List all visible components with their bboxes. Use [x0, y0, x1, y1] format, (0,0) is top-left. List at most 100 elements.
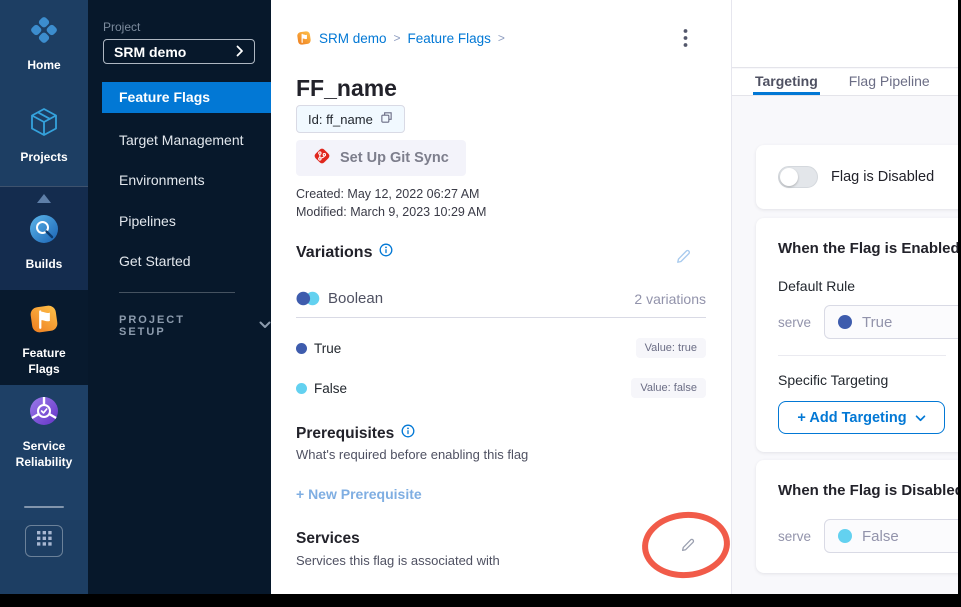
variation-count: 2 variations	[634, 291, 706, 307]
sidebar-item-environments[interactable]: Environments	[119, 172, 205, 188]
new-prerequisite-button[interactable]: + New Prerequisite	[296, 486, 422, 502]
flag-modified: Modified: March 9, 2023 10:29 AM	[296, 205, 486, 219]
variation-color-dot	[296, 343, 307, 354]
breadcrumb-separator: >	[394, 31, 401, 45]
tab-targeting[interactable]: Targeting	[753, 69, 820, 95]
add-targeting-label: + Add Targeting	[797, 410, 906, 426]
prerequisites-header: Prerequisites	[296, 424, 415, 443]
enabled-rules-card: When the Flag is Enabled Default Rule se…	[756, 218, 958, 452]
card-divider	[778, 355, 946, 356]
project-name: SRM demo	[114, 44, 186, 60]
default-serve-select[interactable]: True	[824, 305, 958, 339]
edit-variations-button[interactable]	[675, 248, 692, 270]
disabled-serve-select[interactable]: False	[824, 519, 958, 553]
info-icon	[401, 424, 415, 443]
copy-icon	[380, 111, 393, 127]
service-reliability-icon	[27, 394, 61, 433]
chevron-right-icon	[236, 44, 244, 60]
default-serve-row: serve True	[778, 305, 946, 339]
flag-title: FF_name	[296, 75, 397, 102]
chevron-down-icon	[915, 410, 926, 426]
breadcrumb: SRM demo > Feature Flags >	[296, 30, 505, 46]
services-subtitle: Services this flag is associated with	[296, 553, 500, 568]
flag-id-badge[interactable]: Id: ff_name	[296, 105, 405, 133]
kebab-icon	[683, 28, 688, 53]
scroll-up[interactable]	[0, 194, 88, 203]
disabled-serve-row: serve False	[778, 519, 946, 553]
sidebar-item-get-started[interactable]: Get Started	[119, 253, 191, 269]
project-setup-toggle[interactable]: PROJECT SETUP	[119, 314, 271, 338]
targeting-panel-header	[732, 0, 958, 68]
flag-id-text: Id: ff_name	[308, 112, 373, 127]
targeting-panel: Targeting Flag Pipeline Flag is Disabled…	[731, 0, 958, 594]
chevron-down-icon	[259, 320, 271, 332]
feature-flags-icon	[296, 30, 312, 46]
git-sync-button[interactable]: Set Up Git Sync	[296, 140, 466, 176]
services-title: Services	[296, 530, 360, 548]
feature-flags-icon	[28, 303, 60, 340]
module-feature-flags[interactable]: Feature Flags	[0, 303, 88, 377]
variation-name: True	[314, 341, 341, 356]
flag-created: Created: May 12, 2022 06:27 AM	[296, 187, 479, 201]
flag-state-card: Flag is Disabled	[756, 145, 958, 209]
breadcrumb-separator: >	[498, 31, 505, 45]
git-sync-icon	[313, 147, 331, 169]
all-modules-button[interactable]	[25, 525, 63, 557]
module-label: Service Reliability	[8, 438, 80, 470]
grid-icon	[37, 531, 52, 551]
variation-type-label: Boolean	[328, 290, 383, 307]
scroll-up-icon	[37, 194, 51, 203]
module-projects[interactable]: Projects	[0, 105, 88, 165]
flag-options-menu-button[interactable]	[677, 28, 693, 52]
edit-services-button[interactable]	[680, 537, 696, 558]
prerequisites-subtitle: What's required before enabling this fla…	[296, 447, 528, 462]
variations-header: Variations	[296, 243, 393, 262]
prerequisites-title: Prerequisites	[296, 425, 394, 443]
variation-color-dot	[296, 383, 307, 394]
module-label: Projects	[8, 149, 80, 165]
module-home[interactable]: Home	[0, 13, 88, 73]
flag-detail-page: SRM demo > Feature Flags > FF_name Id: f…	[271, 0, 731, 594]
serve-value: True	[862, 314, 892, 331]
variation-type-row: Boolean 2 variations	[296, 290, 706, 307]
module-label: Home	[8, 57, 80, 73]
home-icon	[27, 13, 61, 52]
specific-targeting-label: Specific Targeting	[778, 372, 946, 388]
sidebar-item-feature-flags[interactable]: Feature Flags	[102, 82, 271, 113]
tab-flag-pipeline[interactable]: Flag Pipeline	[849, 69, 930, 95]
flag-enabled-toggle[interactable]	[778, 166, 818, 188]
module-builds[interactable]: Builds	[0, 212, 88, 272]
module-label: Feature Flags	[8, 345, 80, 377]
breadcrumb-project-link[interactable]: SRM demo	[319, 31, 387, 46]
variation-name: False	[314, 381, 347, 396]
variation-row-false: False Value: false	[296, 377, 706, 399]
git-sync-label: Set Up Git Sync	[340, 150, 449, 166]
sidebar-divider	[119, 292, 235, 293]
sidebar-item-pipelines[interactable]: Pipelines	[119, 213, 176, 229]
boolean-icon	[296, 291, 320, 306]
enabled-card-title: When the Flag is Enabled	[778, 240, 946, 257]
variation-value-badge: Value: true	[636, 338, 706, 358]
flag-state-label: Flag is Disabled	[831, 169, 934, 185]
sidebar-item-target-management[interactable]: Target Management	[119, 132, 244, 148]
module-service-reliability[interactable]: Service Reliability	[0, 394, 88, 470]
project-selector[interactable]: SRM demo	[103, 39, 255, 64]
breadcrumb-section-link[interactable]: Feature Flags	[408, 31, 491, 46]
app-window: Home Projects Builds	[0, 0, 958, 594]
builds-icon	[27, 212, 61, 251]
toggle-knob-icon	[780, 168, 798, 186]
variations-divider	[296, 317, 706, 318]
serve-label: serve	[778, 529, 811, 544]
serve-value: False	[862, 528, 899, 545]
pencil-icon	[675, 248, 692, 270]
add-targeting-button[interactable]: + Add Targeting	[778, 401, 945, 434]
pencil-icon	[680, 537, 696, 558]
disabled-rules-card: When the Flag is Disabled serve False	[756, 460, 958, 573]
variations-title: Variations	[296, 244, 372, 262]
variation-row-true: True Value: true	[296, 337, 706, 359]
services-header: Services	[296, 530, 360, 548]
variation-value-badge: Value: false	[631, 378, 706, 398]
screenshot-bottom-border	[0, 594, 961, 607]
serve-label: serve	[778, 315, 811, 330]
module-nav: Home Projects Builds	[0, 0, 88, 594]
